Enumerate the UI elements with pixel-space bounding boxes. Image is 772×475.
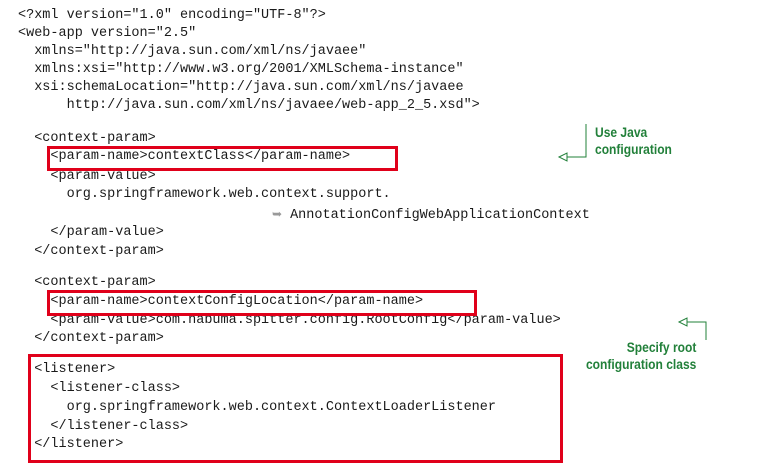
code-line-param-value-close-1: </param-value> [18, 225, 164, 240]
annotation-use-java-configuration: Use Java configuration [595, 124, 672, 158]
code-line-annotation-config-class: ➥ AnnotationConfigWebApplicationContext [272, 205, 590, 225]
code-line-schema-url: http://java.sun.com/xml/ns/javaee/web-ap… [18, 98, 480, 113]
code-line-schema-location: xsi:schemaLocation="http://java.sun.com/… [18, 80, 464, 95]
annotation-config-class-text: AnnotationConfigWebApplicationContext [290, 208, 590, 223]
code-line-context-param-close-1: </context-param> [18, 244, 164, 259]
code-line-xmlns: xmlns="http://java.sun.com/xml/ns/javaee… [18, 44, 367, 59]
code-line-context-param-close-2: </context-param> [18, 331, 164, 346]
code-line-xmlns-xsi: xmlns:xsi="http://www.w3.org/2001/XMLSch… [18, 62, 464, 77]
annotation-specify-root-configuration: Specify root configuration class [586, 339, 696, 373]
highlight-box-listener [28, 354, 563, 463]
highlight-box-config-location [47, 290, 477, 316]
code-line-spring-support-package: org.springframework.web.context.support. [18, 187, 391, 202]
annotation-java-line-2: configuration [595, 141, 672, 157]
code-line-web-app-open: <web-app version="2.5" [18, 26, 197, 41]
annotation-root-line-1: Specify root [626, 339, 696, 355]
highlight-box-context-class [47, 146, 398, 171]
code-line-xml-declaration: <?xml version="1.0" encoding="UTF-8"?> [18, 8, 326, 23]
annotation-root-line-2: configuration class [585, 356, 696, 372]
annotation-java-line-1: Use Java [595, 124, 648, 140]
line-continuation-icon: ➥ [272, 207, 283, 221]
